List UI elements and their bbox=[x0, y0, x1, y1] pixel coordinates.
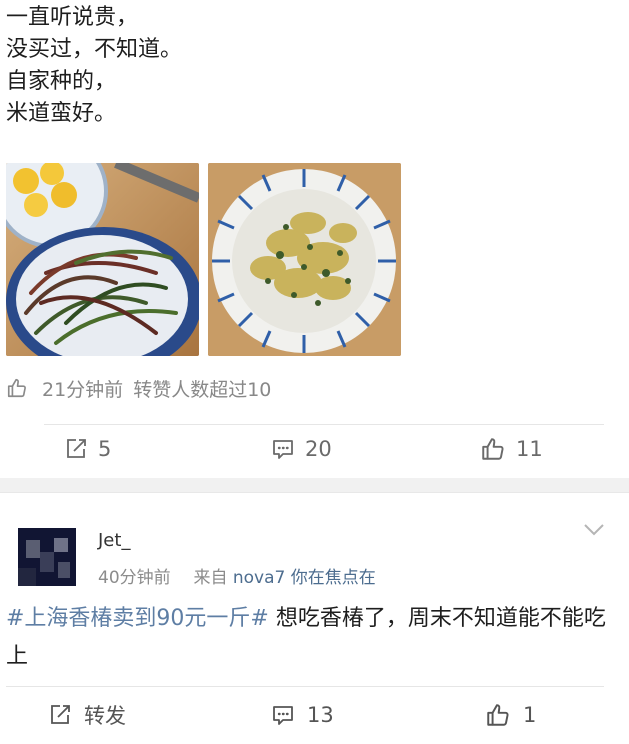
divider bbox=[6, 686, 604, 687]
repost-button[interactable]: 5 bbox=[64, 430, 111, 468]
share-icon bbox=[51, 705, 70, 724]
comment-button[interactable]: 13 bbox=[271, 697, 334, 733]
source-prefix: 来自 bbox=[193, 568, 228, 588]
like-button[interactable]: 1 bbox=[485, 697, 536, 733]
forward-note: 转赞人数超过10 bbox=[133, 378, 272, 401]
divider bbox=[44, 424, 604, 425]
post-photo-1[interactable] bbox=[6, 163, 199, 356]
topic-link[interactable]: #上海香椿卖到90元一斤# bbox=[6, 606, 269, 631]
repost-count: 5 bbox=[98, 437, 112, 461]
post-text: 一直听说贵， 没买过，不知道。 自家种的， 米道蛮好。 bbox=[6, 2, 182, 130]
thumbs-up-icon bbox=[487, 704, 509, 726]
post-line: 自家种的， bbox=[6, 69, 117, 94]
thumbs-up-icon bbox=[482, 438, 504, 460]
comment-button[interactable]: 20 bbox=[271, 430, 332, 468]
feed-separator bbox=[0, 478, 629, 493]
like-count: 1 bbox=[523, 703, 537, 727]
repost-label: 转发 bbox=[84, 704, 126, 728]
thumbs-up-icon bbox=[6, 377, 28, 399]
post-photo-2[interactable] bbox=[208, 163, 401, 356]
like-count: 11 bbox=[516, 437, 543, 461]
like-button[interactable]: 11 bbox=[480, 430, 543, 468]
comment-time: 40分钟前 bbox=[98, 568, 171, 588]
post-line: 米道蛮好。 bbox=[6, 101, 117, 126]
source-device[interactable]: nova7 你在焦点在 bbox=[233, 568, 376, 588]
repost-button[interactable]: 转发 bbox=[48, 697, 126, 733]
post-line: 没买过，不知道。 bbox=[6, 37, 183, 62]
chevron-down-icon[interactable] bbox=[583, 522, 605, 541]
comment-text: #上海香椿卖到90元一斤# 想吃香椿了，周末不知道能不能吃上 bbox=[6, 600, 616, 676]
comment-username[interactable]: Jet_ bbox=[98, 530, 130, 551]
post-meta-row: 21分钟前 转赞人数超过10 bbox=[6, 372, 271, 404]
post-line: 一直听说贵， bbox=[6, 5, 139, 30]
comment-count: 13 bbox=[307, 703, 334, 727]
share-icon bbox=[67, 439, 86, 458]
comment-count: 20 bbox=[305, 437, 332, 461]
comment-icon bbox=[273, 440, 293, 459]
post-time: 21分钟前 bbox=[42, 378, 124, 401]
comment-icon bbox=[273, 706, 293, 725]
comment-meta: 40分钟前 来自 nova7 你在焦点在 bbox=[98, 563, 376, 588]
avatar[interactable] bbox=[18, 528, 76, 586]
